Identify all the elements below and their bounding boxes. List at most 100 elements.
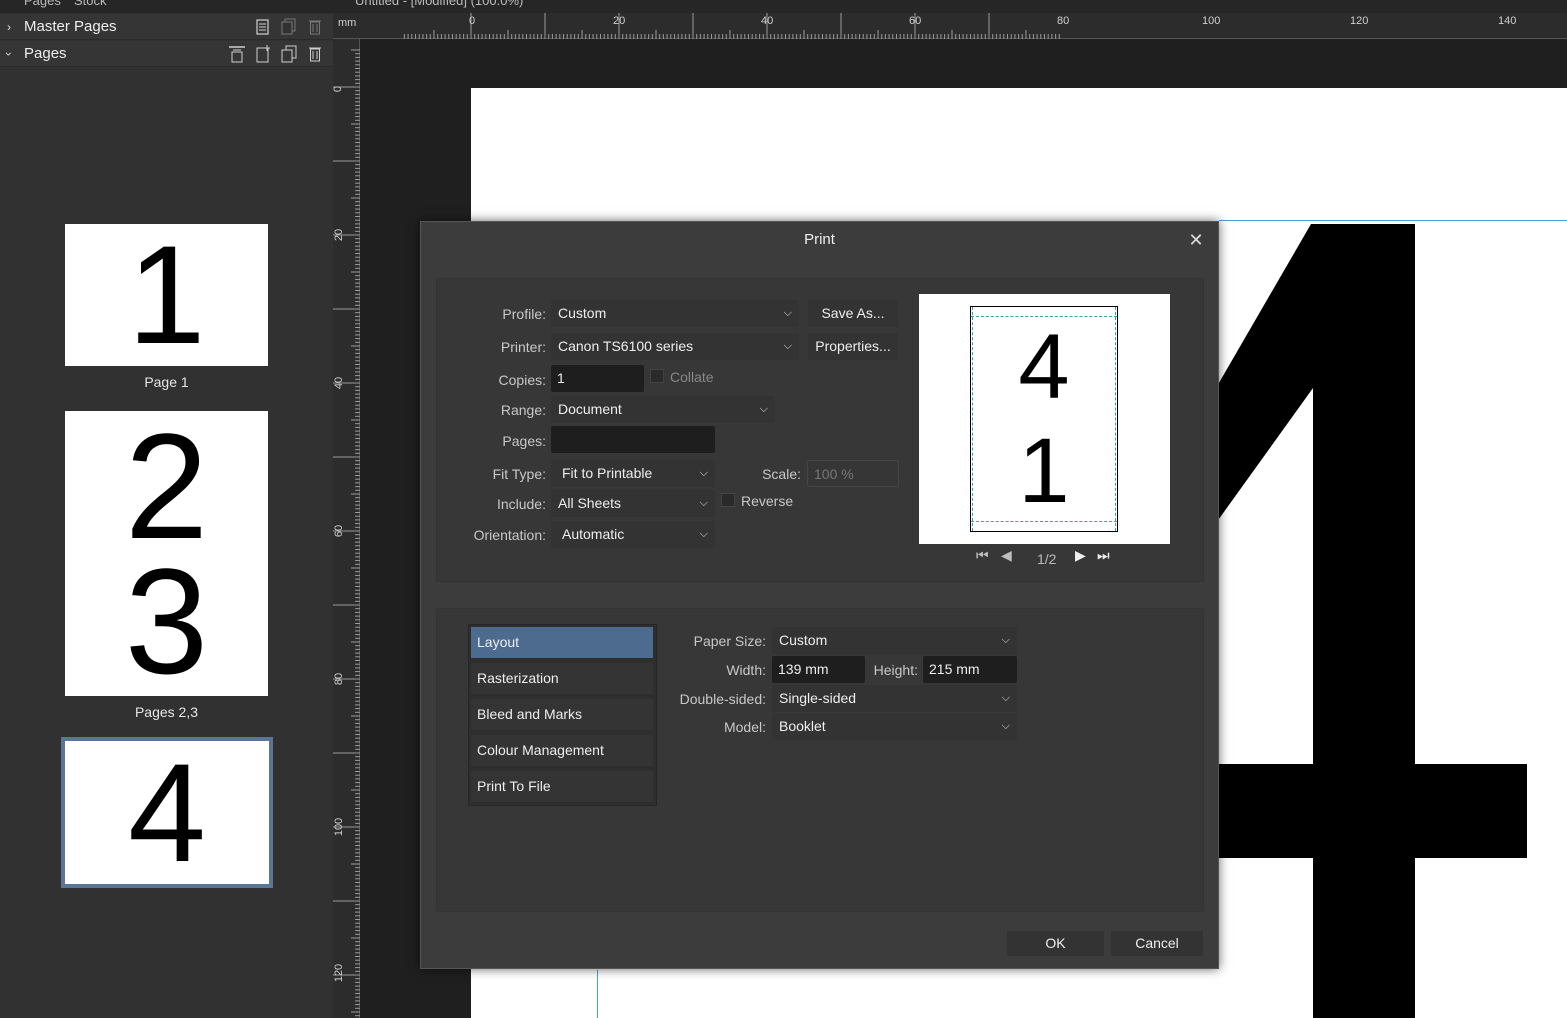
printer-dropdown[interactable]: Canon TS6100 series ⌵ xyxy=(551,333,799,360)
trash-icon[interactable] xyxy=(305,17,325,37)
chevron-down-icon: ⌵ xyxy=(1001,720,1010,732)
orientation-dropdown[interactable]: Automatic ⌵ xyxy=(551,521,715,548)
pages-section[interactable]: › Pages xyxy=(0,41,333,67)
scale-label: Scale: xyxy=(762,466,801,482)
category-print-to-file[interactable]: Print To File xyxy=(471,771,653,802)
ruler-label: 140 xyxy=(1498,15,1517,27)
paper-size-label: Paper Size: xyxy=(693,633,766,649)
chevron-right-icon[interactable]: › xyxy=(0,20,18,34)
chevron-down-icon: ⌵ xyxy=(1001,692,1010,704)
double-sided-value: Single-sided xyxy=(779,690,857,706)
thumbnail-label: Pages 2,3 xyxy=(134,704,199,720)
vertical-ruler[interactable]: 0 20 40 60 80 100 120 xyxy=(332,39,360,1018)
cancel-button[interactable]: Cancel xyxy=(1111,931,1203,956)
pages-label: Pages xyxy=(24,45,67,62)
duplicate-page-icon[interactable] xyxy=(279,44,299,64)
tab-stock[interactable]: Stock xyxy=(74,0,107,8)
add-page-icon[interactable] xyxy=(253,44,273,64)
dialog-title: Print xyxy=(804,231,835,248)
ruler-label: 0 xyxy=(469,15,476,27)
thumbnail-label: Page 1 xyxy=(144,374,189,390)
horizontal-ruler[interactable]: mm 0 20 40 60 80 100 120 140 xyxy=(333,13,1567,39)
orientation-value: Automatic xyxy=(562,526,625,542)
chevron-down-icon: ⌵ xyxy=(699,467,708,479)
trash-icon[interactable] xyxy=(305,44,325,64)
model-label: Model: xyxy=(723,719,766,735)
pages-panel: Pages Stock › Master Pages › Pages 1 Pag… xyxy=(0,0,333,1018)
ruler-label: 120 xyxy=(333,963,346,983)
pages-input[interactable] xyxy=(551,426,715,453)
category-list: Layout Rasterization Bleed and Marks Col… xyxy=(468,624,657,806)
include-label: Include: xyxy=(496,496,546,512)
preview-sheet: 4 1 xyxy=(970,306,1118,532)
add-master-icon[interactable] xyxy=(253,17,273,37)
ok-button[interactable]: OK xyxy=(1007,931,1104,956)
collate-checkbox[interactable] xyxy=(650,369,664,383)
preview-page-number: 1 xyxy=(1018,420,1070,522)
properties-button[interactable]: Properties... xyxy=(808,333,898,360)
master-pages-section[interactable]: › Master Pages xyxy=(0,14,333,40)
previous-page-icon[interactable]: ◀ xyxy=(1001,547,1012,564)
thumbnail-number: 3 xyxy=(124,536,209,705)
range-dropdown[interactable]: Document ⌵ xyxy=(551,396,775,423)
scale-input[interactable]: 100 % xyxy=(807,460,899,487)
height-label: Height: xyxy=(873,662,918,678)
chevron-down-icon[interactable]: › xyxy=(2,45,16,63)
ruler-label: 120 xyxy=(1350,15,1369,27)
thumbnail-number: 4 xyxy=(128,733,206,891)
range-value: Document xyxy=(558,401,622,417)
paper-size-dropdown[interactable]: Custom ⌵ xyxy=(772,627,1017,654)
document-title-strip: Untitled - [Modified] (100.0%) xyxy=(333,0,1567,13)
chevron-down-icon: ⌵ xyxy=(783,307,792,319)
ruler-label: 40 xyxy=(333,376,346,390)
first-page-icon[interactable]: ⏮ xyxy=(976,547,989,564)
collate-label: Collate xyxy=(670,369,714,385)
fit-type-label: Fit Type: xyxy=(492,466,546,482)
width-label: Width: xyxy=(726,662,766,678)
printer-value: Canon TS6100 series xyxy=(558,338,694,354)
model-value: Booklet xyxy=(779,718,826,734)
page-thumbnail-2-3[interactable]: 2 3 xyxy=(65,411,268,696)
save-as-button[interactable]: Save As... xyxy=(808,300,898,327)
profile-dropdown[interactable]: Custom ⌵ xyxy=(551,300,799,327)
next-page-icon[interactable]: ▶ xyxy=(1075,547,1086,564)
guide-line[interactable] xyxy=(597,970,598,1018)
model-dropdown[interactable]: Booklet ⌵ xyxy=(772,713,1017,740)
last-page-icon[interactable]: ⏭ xyxy=(1097,547,1110,564)
tab-pages[interactable]: Pages xyxy=(24,0,61,8)
width-input[interactable]: 139 mm xyxy=(772,656,865,683)
duplicate-master-icon[interactable] xyxy=(279,17,299,37)
category-rasterization[interactable]: Rasterization xyxy=(471,663,653,694)
guide-line[interactable] xyxy=(1219,220,1567,221)
reverse-label: Reverse xyxy=(741,493,794,509)
ruler-label: 20 xyxy=(333,228,346,242)
copies-input[interactable]: 1 xyxy=(551,365,644,392)
reverse-checkbox[interactable] xyxy=(721,493,735,507)
ruler-label: 80 xyxy=(333,672,346,686)
ruler-label: 0 xyxy=(332,85,345,93)
paper-size-value: Custom xyxy=(779,632,828,648)
ruler-label: 60 xyxy=(333,524,346,538)
page-thumbnail-1[interactable]: 1 xyxy=(65,224,268,366)
ruler-label: 80 xyxy=(1057,15,1070,27)
category-bleed-and-marks[interactable]: Bleed and Marks xyxy=(471,699,653,730)
range-label: Range: xyxy=(500,402,546,418)
fit-type-dropdown[interactable]: Fit to Printable ⌵ xyxy=(551,460,715,487)
category-layout[interactable]: Layout xyxy=(471,627,653,658)
ruler-label: 100 xyxy=(333,817,346,837)
page-thumbnail-4-selected[interactable]: 4 xyxy=(61,737,273,888)
chevron-down-icon: ⌵ xyxy=(699,528,708,540)
copies-label: Copies: xyxy=(498,372,546,388)
print-preview: 4 1 xyxy=(919,294,1170,544)
profile-label: Profile: xyxy=(502,306,546,322)
chevron-down-icon: ⌵ xyxy=(699,497,708,509)
category-colour-management[interactable]: Colour Management xyxy=(471,735,653,766)
height-input[interactable]: 215 mm xyxy=(923,656,1017,683)
include-dropdown[interactable]: All Sheets ⌵ xyxy=(551,490,715,517)
ruler-label: 20 xyxy=(613,15,626,27)
ruler-label: 40 xyxy=(761,15,774,27)
double-sided-dropdown[interactable]: Single-sided ⌵ xyxy=(772,685,1017,712)
preview-page-indicator: 1/2 xyxy=(1037,551,1057,567)
insert-pages-icon[interactable] xyxy=(227,44,247,64)
close-icon[interactable]: ✕ xyxy=(1186,230,1206,250)
